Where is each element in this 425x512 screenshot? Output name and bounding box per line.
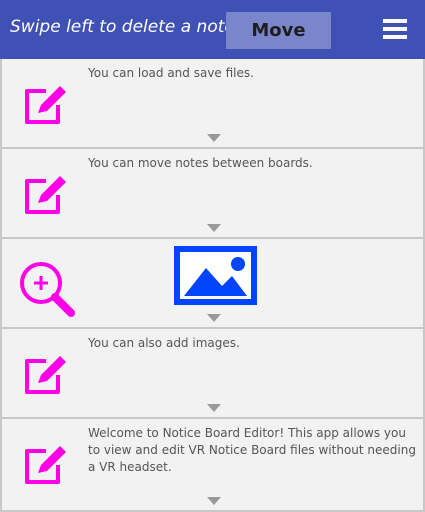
chevron-down-icon[interactable]	[207, 492, 221, 505]
note-row[interactable]: You can also add images.	[0, 329, 425, 419]
chevron-down-icon[interactable]	[207, 399, 221, 412]
notes-list: You can load and save files. You can mov…	[0, 59, 425, 512]
note-text: You can move notes between boards.	[88, 156, 313, 170]
move-button[interactable]: Move	[226, 12, 331, 49]
note-row[interactable]: Welcome to Notice Board Editor! This app…	[0, 419, 425, 512]
edit-note-icon[interactable]	[22, 443, 72, 487]
chevron-down-icon[interactable]	[207, 129, 221, 142]
note-text: You can load and save files.	[88, 66, 254, 80]
note-text: You can also add images.	[88, 336, 240, 350]
edit-note-icon[interactable]	[22, 353, 72, 397]
hamburger-menu-icon[interactable]	[383, 17, 407, 41]
note-row[interactable]: You can load and save files.	[0, 59, 425, 149]
edit-note-icon[interactable]	[22, 173, 72, 217]
edit-note-icon[interactable]	[22, 83, 72, 127]
chevron-down-icon[interactable]	[207, 219, 221, 232]
note-row[interactable]: You can move notes between boards.	[0, 149, 425, 239]
note-row-image[interactable]	[0, 239, 425, 329]
swipe-hint-text: Swipe left to delete a note	[10, 17, 235, 37]
chevron-down-icon[interactable]	[207, 309, 221, 322]
image-placeholder-icon[interactable]	[174, 246, 257, 305]
note-text: Welcome to Notice Board Editor! This app…	[88, 426, 416, 474]
zoom-in-icon[interactable]	[17, 259, 79, 321]
app-header: Swipe left to delete a note Move	[0, 0, 425, 59]
